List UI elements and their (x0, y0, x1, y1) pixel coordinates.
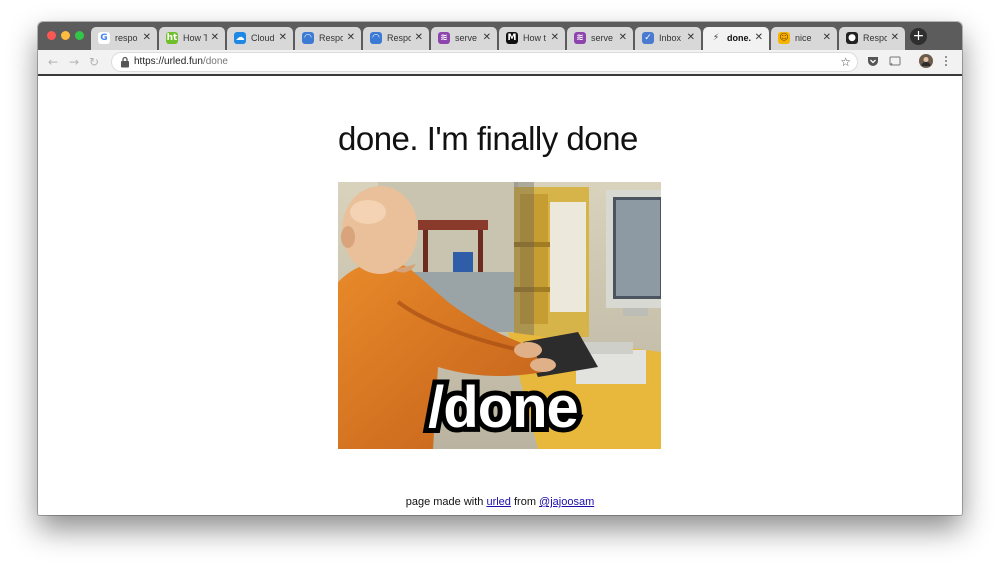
close-tab-icon[interactable]: ✕ (551, 31, 559, 44)
footer-prefix: page made with (405, 496, 487, 508)
close-tab-icon[interactable]: ✕ (483, 31, 491, 44)
close-window-button[interactable] (47, 31, 56, 40)
meme-image: /done (338, 182, 661, 449)
tab-title: serve (455, 33, 478, 43)
browser-tab[interactable]: ◠ Respo ✕ (363, 27, 429, 50)
tab-title: Inbox (659, 33, 682, 43)
github-icon: ● (846, 32, 858, 44)
browser-tab[interactable]: ☺ nice ✕ (771, 27, 837, 50)
close-tab-icon[interactable]: ✕ (687, 31, 695, 44)
reload-button[interactable]: ↻ (89, 54, 99, 70)
browser-tab[interactable]: ☁ Cloud ✕ (227, 27, 293, 50)
close-tab-icon[interactable]: ✕ (279, 31, 287, 44)
doc-icon: ◠ (302, 32, 314, 44)
howto-icon: ht (166, 32, 178, 44)
lock-icon (121, 56, 129, 68)
page-content: done. I'm finally done /done page made w… (38, 76, 962, 515)
emoji-icon: ☺ (778, 32, 790, 44)
tab-title: done. (727, 33, 751, 43)
minimize-window-button[interactable] (61, 31, 70, 40)
meme-caption: /done (428, 375, 578, 440)
lightning-icon: ⚡ (710, 32, 722, 44)
address-bar[interactable]: https://urled.fun/done ☆ (112, 53, 857, 71)
forward-button[interactable]: → (69, 54, 79, 70)
inbox-icon: ✓ (642, 32, 654, 44)
chrome-menu-icon[interactable] (943, 55, 949, 67)
browser-tab[interactable]: ● Respo ✕ (839, 27, 905, 50)
tab-title: Respo (319, 33, 343, 43)
browser-tab[interactable]: ≋ serve ✕ (431, 27, 497, 50)
cast-icon[interactable] (889, 55, 901, 67)
tab-strip: Grespo ✕ ht How T ✕ ☁ Cloud ✕ ◠ Respo ✕ ◠ Respo ✕ ≋ ser… (38, 22, 962, 50)
back-button[interactable]: ← (48, 54, 58, 70)
author-link[interactable]: @jajoosam (539, 496, 594, 508)
browser-toolbar: ← → ↻ https://urled.fun/done ☆ (38, 50, 962, 76)
url-path: /done (202, 56, 228, 67)
browser-tab[interactable]: ⚡ done. ✕ (703, 27, 769, 50)
close-tab-icon[interactable]: ✕ (143, 31, 151, 44)
browser-tab[interactable]: ◠ Respo ✕ (295, 27, 361, 50)
new-tab-button[interactable]: + (910, 28, 927, 45)
close-tab-icon[interactable]: ✕ (823, 31, 831, 44)
close-tab-icon[interactable]: ✕ (619, 31, 627, 44)
pocket-extension-icon[interactable] (867, 55, 879, 67)
url-host: https://urled.fun (134, 56, 203, 67)
stack-icon: ≋ (438, 32, 450, 44)
close-tab-icon[interactable]: ✕ (211, 31, 219, 44)
browser-tab[interactable]: ✓ Inbox ✕ (635, 27, 701, 50)
tab-title: How T (183, 33, 207, 43)
monk-at-computer-image: /done (338, 182, 661, 449)
browser-tab[interactable]: ≋ serve ✕ (567, 27, 633, 50)
page-footer: page made with urled from @jajoosam (38, 496, 962, 508)
medium-icon: M (506, 32, 518, 44)
urled-link[interactable]: urled (486, 496, 510, 508)
tab-title: Respo (387, 33, 411, 43)
url-text: https://urled.fun/done (134, 56, 228, 68)
doc-icon: ◠ (370, 32, 382, 44)
footer-middle: from (510, 496, 540, 508)
tab-title: serve (591, 33, 614, 43)
browser-tab[interactable]: M How t ✕ (499, 27, 565, 50)
page-title: done. I'm finally done (338, 120, 638, 157)
stack-icon: ≋ (574, 32, 586, 44)
tab-title: How t (523, 33, 547, 43)
browser-window: Grespo ✕ ht How T ✕ ☁ Cloud ✕ ◠ Respo ✕ ◠ Respo ✕ ≋ ser… (38, 22, 962, 515)
google-icon: G (98, 32, 110, 44)
profile-avatar[interactable] (919, 54, 933, 68)
close-tab-icon[interactable]: ✕ (891, 31, 899, 44)
close-tab-icon[interactable]: ✕ (415, 31, 423, 44)
zoom-window-button[interactable] (75, 31, 84, 40)
close-tab-icon[interactable]: ✕ (347, 31, 355, 44)
tab-title: Cloud (251, 33, 275, 43)
browser-tab[interactable]: Grespo ✕ (91, 27, 157, 50)
tab-title: nice (795, 33, 812, 43)
bookmark-star-icon[interactable]: ☆ (840, 54, 851, 70)
browser-tab[interactable]: ht How T ✕ (159, 27, 225, 50)
close-tab-icon[interactable]: ✕ (755, 31, 763, 44)
cloud-icon: ☁ (234, 32, 246, 44)
tab-title: Respo (863, 33, 887, 43)
tab-title: respo (115, 33, 138, 43)
